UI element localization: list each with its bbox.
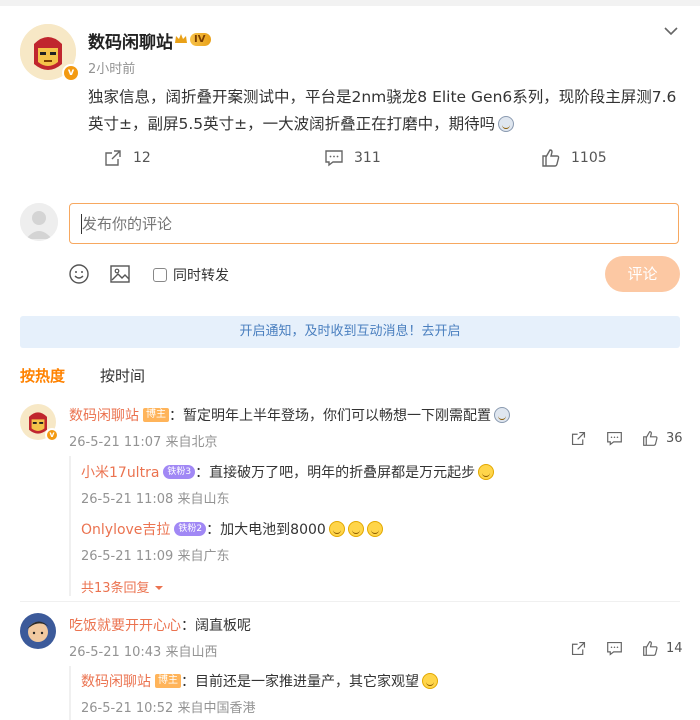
thumbs-up-icon[interactable] [642, 640, 659, 657]
my-avatar[interactable] [20, 203, 58, 241]
reply-body: 数码闲聊站 博主 ：目前还是一家推进量产，其它家观望 [81, 671, 438, 691]
repost-icon[interactable] [570, 430, 587, 447]
comment-meta: 26-5-21 11:07 来自北京 [69, 435, 218, 450]
reply-meta: 26-5-21 10:52 来自中国香港 [81, 701, 256, 716]
verified-icon: v [45, 428, 59, 442]
repost-icon[interactable] [570, 640, 587, 657]
comment-icon [325, 150, 343, 167]
emoji-picker-icon[interactable] [68, 263, 90, 285]
reply-author[interactable]: 数码闲聊站 [81, 671, 151, 691]
post-content: 独家信息，阔折叠开案测试中，平台是2nm骁龙8 Elite Gen6系列，现阶段… [88, 88, 677, 133]
crown-icon [175, 34, 187, 43]
reply-body: 小米17ultra 铁粉3 ：直接破万了吧，明年的折叠屏都是万元起步 [81, 462, 495, 482]
reply-author[interactable]: 小米17ultra [81, 462, 159, 482]
comment-avatar[interactable] [20, 613, 56, 649]
caret-down-icon [154, 586, 163, 590]
like-count: 1105 [571, 150, 607, 166]
emoji-icon [498, 116, 515, 132]
reply-meta: 26-5-21 11:08 来自山东 [81, 492, 230, 507]
comment-author[interactable]: 吃饭就要开开心心 [69, 615, 181, 635]
repost-button[interactable]: 12 [103, 146, 151, 170]
submit-comment-button[interactable]: 评论 [605, 256, 680, 292]
checkbox[interactable] [153, 268, 167, 282]
repost-icon [105, 150, 121, 166]
image-upload-icon[interactable] [109, 263, 131, 285]
level-badge[interactable]: IV [174, 30, 212, 48]
post-author-name[interactable]: 数码闲聊站 [88, 28, 173, 53]
comment-avatar[interactable]: v [20, 404, 59, 442]
chevron-down-icon[interactable] [662, 22, 680, 40]
comment-button[interactable]: 311 [324, 146, 381, 170]
like-button[interactable]: 1105 [541, 146, 607, 170]
fan-level-tag: 铁粉2 [174, 522, 207, 536]
comment-actions: 36 [570, 430, 683, 447]
sort-by-hot-tab[interactable]: 按热度 [20, 365, 65, 386]
more-replies-label: 共13条回复 [81, 581, 150, 596]
fan-level-tag: 铁粉3 [163, 465, 196, 479]
notification-banner[interactable]: 开启通知，及时收到互动消息！去开启 [20, 316, 680, 348]
comment-icon[interactable] [606, 640, 623, 657]
comment-body: 数码闲聊站 博主 ：暂定明年上半年登场，你们可以畅想一下刚需配置 [69, 405, 510, 425]
level-label: IV [190, 32, 212, 46]
reply-body: Onlylove吉拉 铁粉2 ：加大电池到8000 [81, 519, 383, 539]
repost-count: 12 [133, 150, 151, 166]
comment-like-count: 14 [666, 641, 683, 656]
post-time[interactable]: 2小时前 [88, 58, 135, 77]
comment-author[interactable]: 数码闲聊站 [69, 405, 139, 425]
comment-meta: 26-5-21 10:43 来自山西 [69, 645, 218, 660]
reply-text: ：目前还是一家推进量产，其它家观望 [181, 674, 419, 690]
blogger-tag: 博主 [143, 408, 169, 422]
repost-label: 同时转发 [173, 268, 229, 284]
reply-text: ：加大电池到8000 [206, 522, 326, 538]
verified-icon: v [62, 64, 80, 82]
reply-author[interactable]: Onlylove吉拉 [81, 519, 170, 539]
comment-text: ：暂定明年上半年登场，你们可以畅想一下刚需配置 [169, 408, 491, 424]
top-strip [0, 0, 700, 6]
emoji-icon [347, 521, 364, 537]
sort-by-time-tab[interactable]: 按时间 [100, 365, 145, 386]
replies-divider [69, 456, 71, 596]
reply-text: ：直接破万了吧，明年的折叠屏都是万元起步 [195, 465, 476, 481]
more-replies-link[interactable]: 共13条回复 [81, 577, 164, 596]
comment-divider [20, 601, 680, 602]
emoji-icon [494, 407, 510, 423]
comment-input[interactable] [69, 203, 679, 244]
comment-text: ：阔直板呢 [181, 618, 251, 634]
emoji-icon [328, 521, 345, 537]
thumbs-up-icon [542, 149, 560, 167]
thumbs-up-icon[interactable] [642, 430, 659, 447]
comment-icon[interactable] [606, 430, 623, 447]
comment-like-count: 36 [666, 431, 683, 446]
comment-count: 311 [354, 150, 381, 166]
blogger-tag: 博主 [155, 674, 181, 688]
emoji-icon [366, 521, 383, 537]
text-cursor [81, 214, 82, 234]
comment-actions: 14 [570, 640, 683, 657]
replies-divider [69, 666, 71, 720]
emoji-icon [478, 464, 495, 480]
author-avatar[interactable]: v [20, 24, 80, 82]
emoji-icon [422, 673, 438, 689]
repost-checkbox[interactable]: 同时转发 [153, 265, 229, 285]
reply-meta: 26-5-21 11:09 来自广东 [81, 549, 230, 564]
comment-body: 吃饭就要开开心心 ：阔直板呢 [69, 615, 251, 635]
